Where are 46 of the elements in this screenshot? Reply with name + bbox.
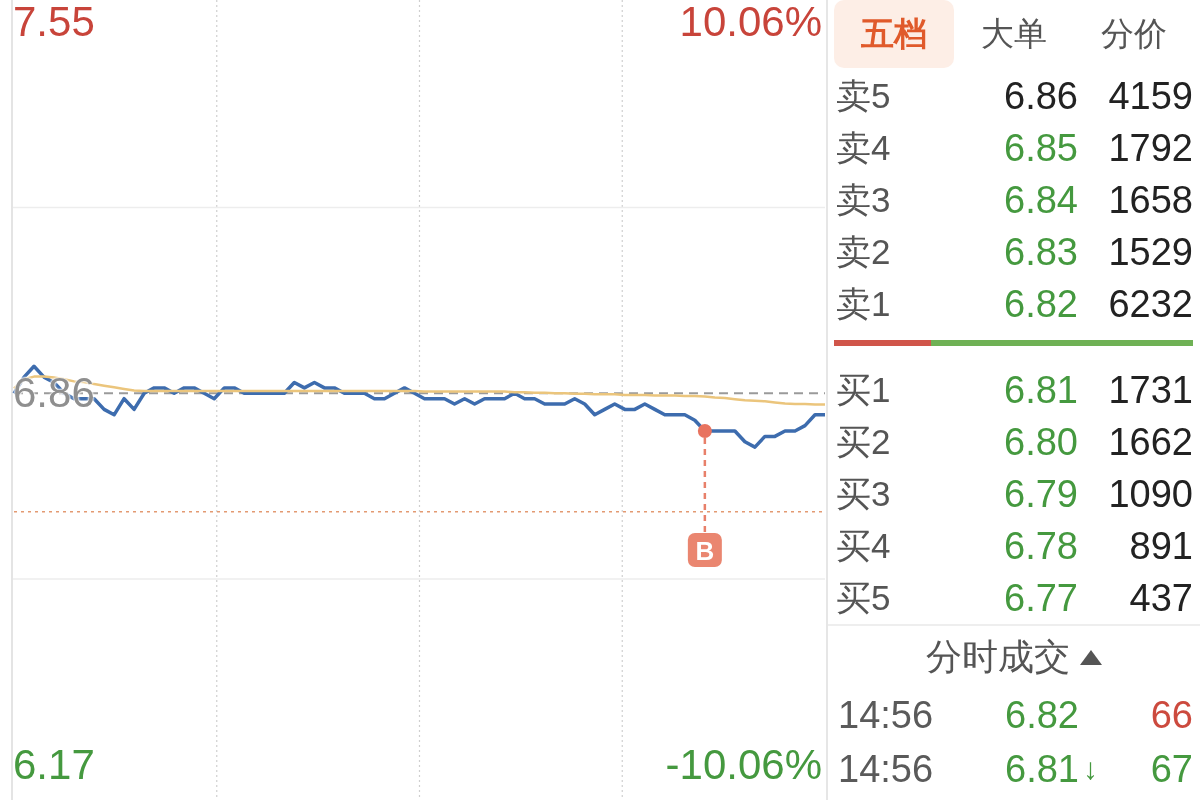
trades-toggle[interactable]: 分时成交	[924, 632, 1104, 682]
level-label: 卖4	[836, 126, 892, 169]
tab[interactable]: 大单	[954, 0, 1074, 68]
price-text: 6.77	[1003, 576, 1078, 620]
level-label: 买5	[836, 576, 892, 619]
axis-label: -10.06%	[665, 742, 822, 787]
axis-label: 7.55	[13, 0, 95, 44]
price-text: 6.85	[1003, 126, 1078, 170]
price-text: 6.80	[1003, 420, 1078, 464]
level-label: 买2	[836, 420, 892, 463]
price-text: 6.79	[1003, 472, 1078, 516]
volume-text: 1731	[1107, 368, 1193, 412]
volume-text: 1792	[1107, 126, 1193, 170]
annotation: B	[695, 535, 715, 566]
volume-text: 6232	[1107, 282, 1193, 326]
axis-label: 10.06%	[679, 0, 822, 44]
price-text: 6.86	[1003, 74, 1078, 118]
trade-time: 14:56	[838, 747, 935, 791]
trend-arrow: ↓	[1082, 752, 1098, 786]
volume-text: 1658	[1107, 178, 1193, 222]
price-text: 6.84	[1003, 178, 1078, 222]
price-text: 6.81	[1003, 368, 1078, 412]
trade-volume: 67	[1150, 747, 1193, 791]
level-label: 卖3	[836, 178, 892, 221]
volume-text: 1662	[1107, 420, 1193, 464]
price-text: 6.82	[1003, 282, 1078, 326]
level-label: 卖1	[836, 282, 892, 325]
axis-label: 6.17	[13, 742, 95, 787]
price-text: 6.78	[1003, 524, 1078, 568]
trade-price: 6.82	[1005, 693, 1079, 737]
price-text: 6.83	[1003, 230, 1078, 274]
volume-text: 437	[1128, 576, 1193, 620]
level-label: 卖2	[836, 230, 892, 273]
caret-up-icon	[1080, 649, 1102, 665]
level-label: 买3	[836, 472, 892, 515]
level-label: 买4	[836, 524, 892, 567]
trade-price: 6.81	[1005, 747, 1079, 791]
trade-volume: 66	[1150, 693, 1193, 737]
level-label: 买1	[836, 368, 892, 411]
trade-time: 14:56	[838, 693, 935, 737]
volume-text: 1529	[1107, 230, 1193, 274]
volume-text: 1090	[1107, 472, 1193, 516]
tab[interactable]: 分价	[1074, 0, 1194, 68]
level-label: 卖5	[836, 74, 892, 117]
volume-text: 4159	[1107, 74, 1193, 118]
volume-text: 891	[1128, 524, 1193, 568]
